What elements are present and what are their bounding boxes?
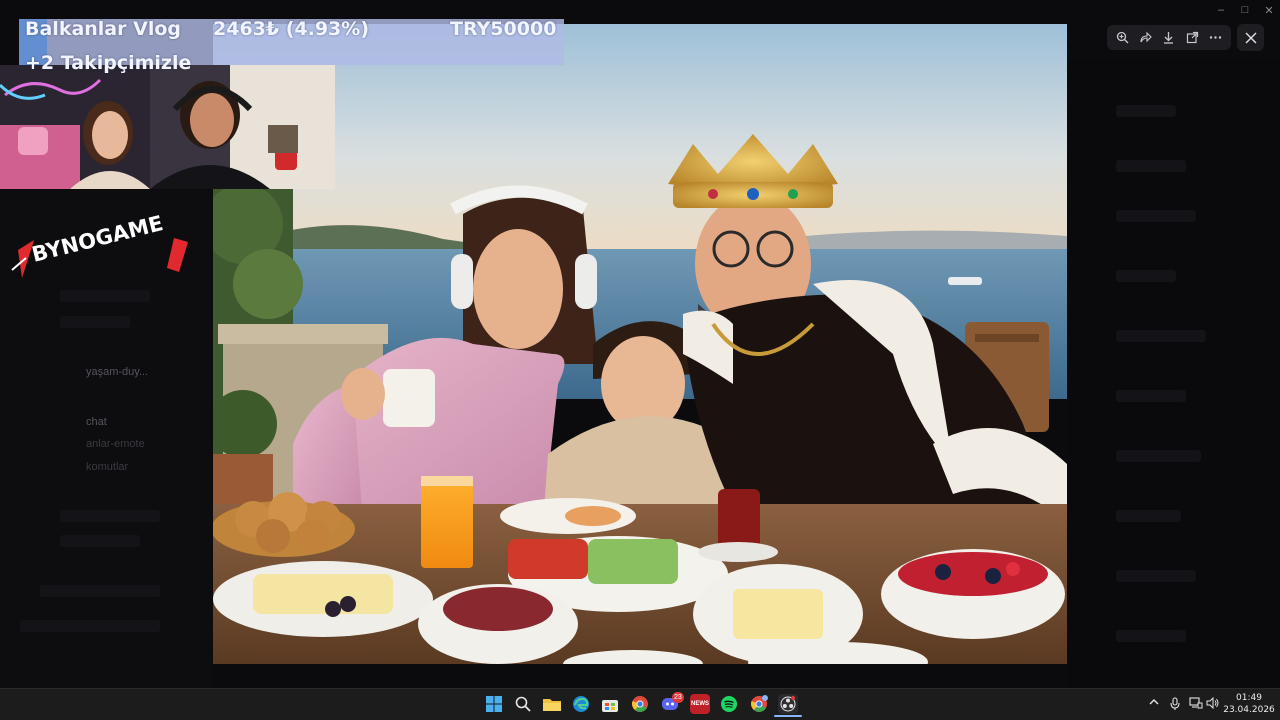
- news-app-icon[interactable]: NEWS: [690, 694, 710, 714]
- tray-overflow-icon[interactable]: [1148, 697, 1160, 710]
- screen: – □ ✕ yaşam-duy... chat anlar-emote komu…: [0, 0, 1280, 720]
- maximize-icon[interactable]: □: [1232, 0, 1258, 20]
- taskbar-clock[interactable]: 01:49 23.04.2026: [1222, 692, 1276, 716]
- channel-item[interactable]: anlar-emote: [86, 438, 145, 450]
- microphone-icon[interactable]: [1170, 697, 1180, 714]
- webcam-feed: [0, 65, 335, 189]
- channel-item[interactable]: komutlar: [86, 461, 128, 473]
- share-icon[interactable]: [1136, 28, 1156, 48]
- follower-goal: +2 Takipçimizle: [25, 52, 192, 74]
- chrome-profile-icon[interactable]: [749, 694, 769, 714]
- minimize-icon[interactable]: –: [1208, 0, 1234, 20]
- close-icon: [1245, 32, 1256, 43]
- news-app-label: NEWS: [691, 701, 709, 707]
- active-app-indicator: [774, 715, 802, 717]
- file-explorer-icon[interactable]: [542, 694, 562, 714]
- svg-text:BYNOGAME: BYNOGAME: [29, 211, 165, 267]
- clock-time: 01:49: [1236, 693, 1262, 703]
- zoom-in-icon[interactable]: [1113, 28, 1133, 48]
- donation-goal: TRY50000: [450, 18, 557, 40]
- viewer-photo: [213, 24, 1067, 664]
- download-icon[interactable]: [1159, 28, 1179, 48]
- background-member-list: [1068, 60, 1280, 688]
- donation-campaign-name: Balkanlar Vlog: [25, 18, 181, 40]
- start-icon[interactable]: [484, 694, 504, 714]
- family-breakfast-photo: [213, 24, 1067, 664]
- window-close-icon[interactable]: ✕: [1256, 0, 1280, 20]
- network-icon[interactable]: [1189, 697, 1203, 712]
- more-icon[interactable]: [1205, 28, 1225, 48]
- discord-notification-badge: 23: [672, 692, 684, 703]
- search-icon[interactable]: [513, 694, 533, 714]
- channel-item[interactable]: chat: [86, 416, 107, 428]
- spotify-icon[interactable]: [719, 694, 739, 714]
- image-viewer-toolbar: [1107, 25, 1231, 50]
- donation-amount: 2463₺ (4.93%): [213, 18, 369, 40]
- channel-item[interactable]: yaşam-duy...: [86, 366, 148, 378]
- chrome-icon[interactable]: [630, 694, 650, 714]
- store-icon[interactable]: [600, 694, 620, 714]
- viewer-close-button[interactable]: [1237, 24, 1264, 51]
- edge-icon[interactable]: [571, 694, 591, 714]
- volume-icon[interactable]: [1206, 696, 1220, 712]
- bynogame-logo: BYNOGAME: [4, 200, 204, 290]
- clock-date: 23.04.2026: [1223, 705, 1275, 715]
- open-external-icon[interactable]: [1182, 28, 1202, 48]
- obs-icon[interactable]: [778, 694, 798, 714]
- streamer-webcam: [0, 65, 335, 189]
